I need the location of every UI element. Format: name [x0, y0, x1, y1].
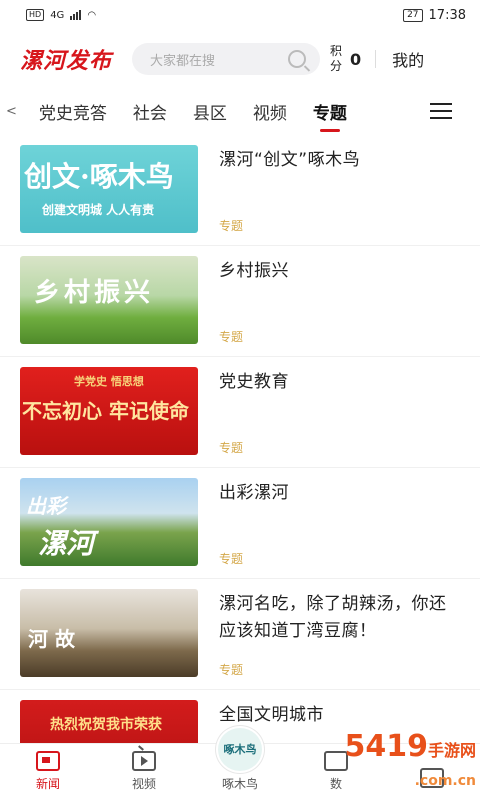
watermark-domain: .com.cn — [414, 773, 476, 789]
list-item[interactable]: 创文·啄木鸟 创建文明城 人人有责 漯河“创文”啄木鸟 专题 — [0, 135, 480, 246]
category-tabs: < 党史竞答 社会 县区 视频 专题 — [0, 88, 480, 134]
search-icon[interactable] — [288, 50, 307, 68]
status-bar: HD 4G ◠ 27 17:38 — [0, 0, 480, 30]
thumbnail-image: 出彩 漯河 — [20, 478, 198, 566]
list-item[interactable]: 学党史 悟思想 不忘初心 牢记使命 党史教育 专题 — [0, 357, 480, 468]
hd-badge: HD — [26, 9, 45, 21]
item-title: 漯河名吃，除了胡辣汤，你还应该知道丁湾豆腐！ — [219, 594, 447, 641]
wifi-icon: ◠ — [87, 9, 97, 21]
thumbnail-image: 乡村振兴 — [20, 256, 198, 344]
watermark-main: 5419 — [344, 729, 428, 764]
points-display[interactable]: 积 分 0 — [330, 44, 361, 74]
news-icon — [36, 751, 60, 771]
status-right: 27 17:38 — [403, 8, 466, 23]
item-title: 出彩漯河 — [219, 483, 289, 503]
watermark: 5419手游网 .com.cn — [344, 732, 476, 796]
tab-party-quiz[interactable]: 党史竞答 — [39, 99, 107, 124]
tabbar-label: 新闻 — [35, 777, 60, 791]
thumbnail-text: 创文·啄木鸟 — [24, 160, 174, 193]
app-header: 漯河发布 大家都在搜 积 分 0 我的 — [0, 30, 480, 88]
item-tag: 专题 — [219, 330, 244, 344]
network-type: 4G — [50, 9, 65, 21]
mine-button[interactable]: 我的 — [392, 47, 424, 71]
points-label-top: 积 — [330, 44, 343, 58]
tab-county[interactable]: 县区 — [193, 99, 227, 124]
clock: 17:38 — [428, 7, 466, 23]
tab-video[interactable]: 视频 — [253, 99, 287, 124]
watermark-sub: 手游网 — [427, 741, 476, 760]
menu-icon[interactable] — [430, 103, 452, 124]
thumbnail-image: 学党史 悟思想 不忘初心 牢记使命 — [20, 367, 198, 455]
item-tag: 专题 — [219, 219, 244, 233]
signal-icon — [70, 10, 82, 20]
status-left: HD 4G ◠ — [26, 9, 96, 21]
item-tag: 专题 — [219, 663, 244, 677]
item-title: 党史教育 — [219, 372, 289, 392]
divider — [375, 50, 377, 68]
points-label: 积 分 — [330, 44, 344, 74]
search-bar[interactable]: 大家都在搜 — [132, 43, 321, 75]
list-item[interactable]: 河 故 漯河名吃，除了胡辣汤，你还应该知道丁湾豆腐！ 专题 — [0, 579, 480, 690]
tab-topics[interactable]: 专题 — [313, 99, 347, 124]
tv-icon — [132, 751, 156, 771]
thumbnail-text: 河 故 — [28, 627, 75, 651]
points-value: 0 — [350, 49, 362, 69]
thumbnail-text: 乡村振兴 — [34, 278, 155, 308]
search-placeholder: 大家都在搜 — [150, 53, 216, 69]
tabbar-label: 啄木鸟 — [221, 777, 258, 791]
thumbnail-image: 创文·啄木鸟 创建文明城 人人有责 — [20, 145, 198, 233]
thumbnail-subtext: 创建文明城 人人有责 — [42, 203, 155, 217]
tab-partial[interactable]: < — [6, 104, 17, 119]
battery-icon: 27 — [403, 8, 423, 22]
thumbnail-text: 漯河 — [38, 527, 95, 560]
item-title: 漯河“创文”啄木鸟 — [219, 150, 361, 170]
thumbnail-image: 热烈祝贺我市荣获 — [20, 700, 198, 744]
list-item[interactable]: 乡村振兴 乡村振兴 专题 — [0, 246, 480, 357]
thumbnail-image: 河 故 — [20, 589, 198, 677]
tabbar-woodpecker[interactable]: 啄木鸟 啄木鸟 — [192, 726, 288, 800]
tab-society[interactable]: 社会 — [133, 99, 167, 124]
thumbnail-text: 不忘初心 牢记使命 — [22, 399, 189, 423]
thumbnail-subtext: 学党史 悟思想 — [74, 375, 144, 388]
item-tag: 专题 — [219, 552, 244, 566]
points-label-bottom: 分 — [330, 59, 343, 73]
tabbar-label: 数 — [329, 777, 342, 791]
tabbar-news[interactable]: 新闻 — [0, 744, 96, 800]
app-logo: 漯河发布 — [20, 48, 113, 74]
thumbnail-text: 热烈祝贺我市荣获 — [50, 717, 162, 733]
tabbar-video[interactable]: 视频 — [96, 744, 192, 800]
topic-list: 创文·啄木鸟 创建文明城 人人有责 漯河“创文”啄木鸟 专题 乡村振兴 乡村振兴… — [0, 135, 480, 744]
thumbnail-subtext: 出彩 — [26, 494, 66, 518]
item-tag: 专题 — [219, 441, 244, 455]
item-title: 乡村振兴 — [219, 261, 289, 281]
item-title: 全国文明城市 — [219, 705, 324, 725]
list-item[interactable]: 出彩 漯河 出彩漯河 专题 — [0, 468, 480, 579]
tabbar-label: 视频 — [131, 777, 156, 791]
woodpecker-icon: 啄木鸟 — [216, 726, 264, 773]
